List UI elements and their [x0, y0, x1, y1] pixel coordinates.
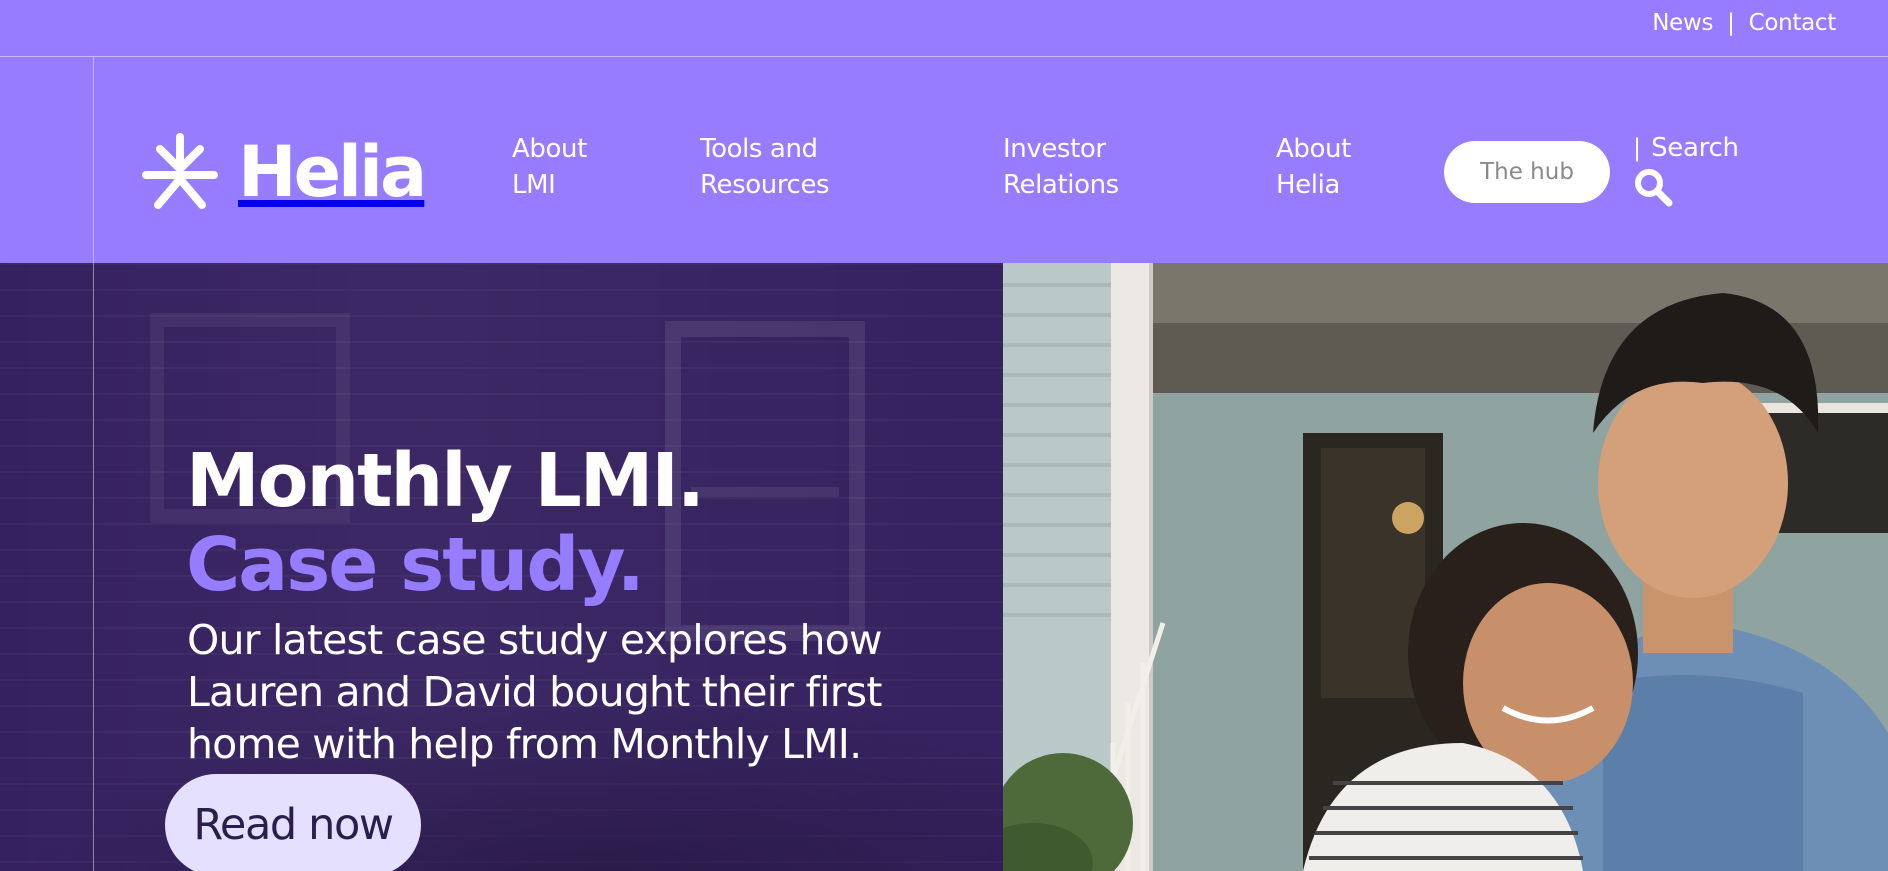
nav-investor-line1: Investor	[1003, 134, 1106, 164]
nav-about-lmi-line2: LMI	[512, 170, 556, 200]
search-label[interactable]: Search	[1651, 133, 1739, 163]
search-area[interactable]: | Search	[1633, 133, 1739, 207]
brand-name: Helia	[238, 131, 427, 213]
utility-bar: News | Contact	[0, 0, 1888, 57]
the-hub-button[interactable]: The hub	[1444, 141, 1610, 203]
nav-about-lmi[interactable]: About LMI	[512, 131, 632, 203]
hero-section: Monthly LMI. Case study. Our latest case…	[0, 263, 1888, 871]
helia-logo[interactable]: Helia	[140, 131, 427, 213]
hero-title-line1: Monthly LMI.	[186, 438, 705, 524]
news-link[interactable]: News	[1652, 10, 1713, 36]
hero-text-panel: Monthly LMI. Case study. Our latest case…	[0, 263, 1003, 871]
hero-image-panel	[1003, 263, 1888, 871]
search-separator: |	[1633, 134, 1642, 162]
hero-title: Monthly LMI. Case study.	[186, 438, 705, 608]
nav-investor-relations[interactable]: Investor Relations	[1003, 131, 1183, 203]
hero-description: Our latest case study explores how Laure…	[187, 616, 883, 768]
contact-link[interactable]: Contact	[1749, 10, 1837, 36]
search-icon[interactable]	[1633, 167, 1673, 207]
nav-investor-line2: Relations	[1003, 170, 1119, 200]
nav-about-helia-line1: About	[1276, 134, 1351, 164]
hero-title-line2: Case study.	[186, 522, 645, 608]
nav-tools-line1: Tools and	[700, 134, 818, 164]
nav-tools-line2: Resources	[700, 170, 830, 200]
nav-tools-and-resources[interactable]: Tools and Resources	[700, 131, 900, 203]
couple-embracing-photo	[1003, 263, 1888, 871]
nav-about-lmi-line1: About	[512, 134, 587, 164]
nav-about-helia-line2: Helia	[1276, 170, 1340, 200]
utility-links: News | Contact	[1652, 10, 1836, 36]
nav-about-helia[interactable]: About Helia	[1276, 131, 1396, 203]
left-guideline	[93, 57, 94, 871]
asterisk-star-icon	[142, 133, 218, 209]
utility-separator: |	[1727, 10, 1735, 36]
read-now-button[interactable]: Read now	[165, 774, 421, 871]
